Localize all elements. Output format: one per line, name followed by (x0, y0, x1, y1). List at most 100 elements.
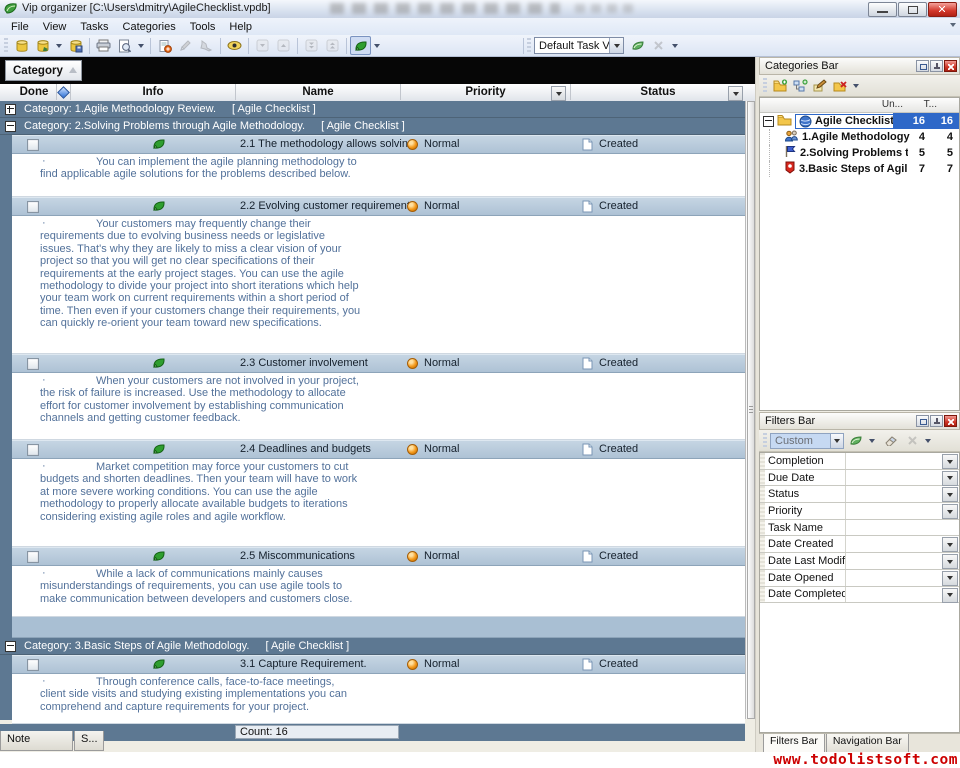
done-checkbox[interactable] (27, 444, 39, 456)
save-database-button[interactable] (65, 36, 86, 55)
move-down-button[interactable] (252, 36, 273, 55)
view-task-button[interactable] (224, 36, 245, 55)
done-checkbox[interactable] (27, 659, 39, 671)
column-done[interactable]: Done (12, 84, 57, 100)
new-database-button[interactable] (11, 36, 32, 55)
filter-preset-dropdown-button[interactable] (830, 434, 843, 448)
maximize-button[interactable] (898, 2, 927, 17)
column-info[interactable]: Info (71, 84, 236, 100)
category-row-2[interactable]: Category: 2.Solving Problems through Agi… (0, 118, 745, 135)
done-checkbox[interactable] (27, 358, 39, 370)
move-top-button[interactable] (322, 36, 343, 55)
column-uncompleted[interactable]: Un... (882, 99, 903, 110)
menu-tasks[interactable]: Tasks (73, 20, 115, 34)
print-preview-button[interactable] (114, 36, 135, 55)
apply-view-button[interactable] (627, 36, 648, 55)
apply-filter-button[interactable] (846, 432, 866, 450)
group-by-category-button[interactable]: Category (5, 60, 82, 81)
task-view-dropdown-button[interactable] (609, 38, 623, 53)
menu-view[interactable]: View (36, 20, 74, 34)
tree-item-category-1[interactable]: 1.Agile Methodology Rev 4 4 (760, 129, 959, 145)
filter-preset-combobox[interactable]: Custom (770, 433, 844, 449)
category-row-3[interactable]: Category: 3.Basic Steps of Agile Methodo… (0, 638, 745, 655)
move-up-button[interactable] (273, 36, 294, 55)
delete-task-button[interactable] (196, 36, 217, 55)
filter-dropdown-button[interactable] (942, 537, 958, 552)
tab-summary[interactable]: S... (74, 731, 104, 751)
task-row[interactable]: 2.5 Miscommunications Normal Created (12, 547, 745, 566)
collapse-icon[interactable] (5, 641, 16, 652)
panel-pin-button[interactable] (930, 60, 943, 72)
done-checkbox[interactable] (27, 201, 39, 213)
filter-dropdown-button[interactable] (942, 571, 958, 586)
panel-restore-button[interactable] (916, 60, 929, 72)
task-row[interactable]: 2.4 Deadlines and budgets Normal Created (12, 440, 745, 459)
filter-dropdown-button[interactable] (942, 454, 958, 469)
delete-category-button[interactable] (830, 77, 850, 95)
scrollbar-thumb[interactable] (747, 101, 755, 719)
column-total[interactable]: T... (924, 99, 937, 110)
tab-filters-bar[interactable]: Filters Bar (763, 734, 825, 753)
close-button[interactable] (928, 2, 957, 17)
grid-vertical-scrollbar[interactable] (745, 101, 755, 719)
filter-dropdown-button[interactable] (942, 588, 958, 603)
task-view-combobox[interactable]: Default Task V (534, 37, 624, 54)
panel-pin-button[interactable] (930, 415, 943, 427)
filter-dropdown-button[interactable] (942, 504, 958, 519)
category-row-1[interactable]: Category: 1.Agile Methodology Review. [ … (0, 101, 745, 118)
edit-task-button[interactable] (175, 36, 196, 55)
open-database-button[interactable] (32, 36, 53, 55)
clear-view-button[interactable] (648, 36, 669, 55)
menu-tools[interactable]: Tools (183, 20, 223, 34)
new-subcategory-button[interactable] (790, 77, 810, 95)
tree-item-root[interactable]: Agile Checklist 16 16 (760, 113, 959, 129)
done-checkbox[interactable] (27, 551, 39, 563)
column-flag[interactable] (57, 84, 71, 100)
minimize-button[interactable] (868, 2, 897, 17)
tree-item-category-2[interactable]: 2.Solving Problems throu 5 5 (760, 145, 959, 161)
show-notes-dropdown-icon[interactable] (374, 44, 380, 48)
filter-dropdown-button[interactable] (942, 471, 958, 486)
print-preview-dropdown-icon[interactable] (138, 44, 144, 48)
panel-close-button[interactable] (944, 60, 957, 72)
clear-filter-button[interactable] (882, 432, 902, 450)
edit-category-button[interactable] (810, 77, 830, 95)
status-filter-button[interactable] (728, 86, 743, 101)
filter-dropdown-button[interactable] (942, 554, 958, 569)
remove-filter-button[interactable] (902, 432, 922, 450)
tree-item-category-3[interactable]: 3.Basic Steps of Agile Me 7 7 (760, 161, 959, 177)
move-bottom-button[interactable] (301, 36, 322, 55)
view-toolbar-overflow-icon[interactable] (672, 44, 678, 48)
panel-close-button[interactable] (944, 415, 957, 427)
done-checkbox[interactable] (27, 139, 39, 151)
print-button[interactable] (93, 36, 114, 55)
new-task-button[interactable] (154, 36, 175, 55)
tab-navigation-bar[interactable]: Navigation Bar (826, 734, 909, 753)
filter-value[interactable] (846, 520, 959, 536)
column-status[interactable]: Status (571, 84, 745, 100)
filters-bar-title: Filters Bar (765, 415, 915, 427)
panel-restore-button[interactable] (916, 415, 929, 427)
filter-dropdown-button[interactable] (942, 487, 958, 502)
task-row[interactable]: 2.2 Evolving customer requirements Norma… (12, 197, 745, 216)
menubar-overflow-icon[interactable] (950, 23, 956, 27)
new-category-button[interactable] (770, 77, 790, 95)
collapse-icon[interactable] (5, 121, 16, 132)
open-database-dropdown-icon[interactable] (56, 44, 62, 48)
collapse-icon[interactable] (763, 116, 774, 127)
menu-categories[interactable]: Categories (116, 20, 183, 34)
priority-filter-button[interactable] (551, 86, 566, 101)
apply-filter-dropdown-icon[interactable] (869, 439, 875, 443)
filters-toolbar-overflow-icon[interactable] (925, 439, 931, 443)
menu-file[interactable]: File (4, 20, 36, 34)
show-notes-toggle[interactable] (350, 36, 371, 55)
menu-help[interactable]: Help (222, 20, 259, 34)
categories-toolbar-overflow-icon[interactable] (853, 84, 859, 88)
task-row[interactable]: 2.3 Customer involvement Normal Created (12, 354, 745, 373)
tab-note[interactable]: Note (0, 731, 73, 751)
task-row[interactable]: 3.1 Capture Requirement. Normal Created (12, 655, 745, 674)
column-name[interactable]: Name (236, 84, 401, 100)
expand-icon[interactable] (5, 104, 16, 115)
task-row[interactable]: 2.1 The methodology allows solving Norma… (12, 135, 745, 154)
column-priority[interactable]: Priority (401, 84, 571, 100)
